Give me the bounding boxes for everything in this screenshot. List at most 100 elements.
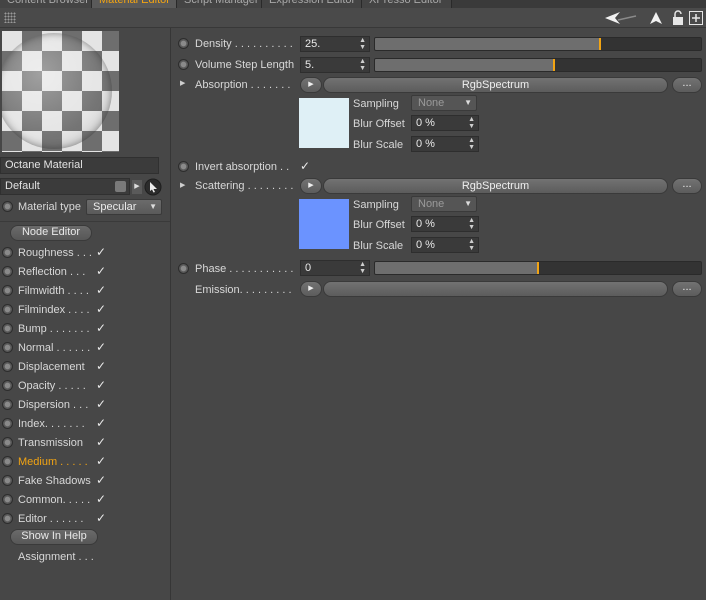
tab-material-editor[interactable]: Material Editor (92, 0, 177, 8)
tab-content-browser[interactable]: Content Browser (0, 0, 92, 8)
emission-play-button[interactable]: ▶ (300, 281, 322, 297)
spinner-icon[interactable]: ▲ ▼ (468, 116, 475, 130)
slider-handle[interactable] (537, 262, 539, 274)
spinner-icon[interactable]: ▲ ▼ (359, 58, 366, 72)
channel-label[interactable]: Index. . . . . . . (18, 417, 85, 431)
absorption-shader-button[interactable]: RgbSpectrum (323, 77, 668, 93)
scattering-play-button[interactable]: ▶ (300, 178, 322, 194)
tab-xpresso-editor[interactable]: XPresso Editor (362, 0, 452, 8)
emission-shader-button[interactable] (323, 281, 668, 297)
absorption-color-swatch[interactable] (299, 98, 349, 148)
channel-label[interactable]: Filmindex . . . . (18, 303, 90, 317)
channel-checkbox[interactable]: ✓ (96, 512, 107, 524)
channel-checkbox[interactable]: ✓ (96, 341, 107, 353)
scattering-sampling-select[interactable]: None ▼ (411, 196, 477, 212)
channel-label[interactable]: Editor . . . . . . (18, 512, 83, 526)
volume-step-input[interactable]: 5. ▲ ▼ (300, 57, 370, 73)
channel-radio[interactable] (2, 361, 13, 372)
channel-radio[interactable] (2, 494, 13, 505)
channel-radio[interactable] (2, 437, 13, 448)
absorption-sampling-select[interactable]: None ▼ (411, 95, 477, 111)
lock-icon[interactable] (672, 10, 684, 26)
channel-checkbox[interactable]: ✓ (96, 284, 107, 296)
channel-label[interactable]: Normal . . . . . . (18, 341, 90, 355)
channel-label[interactable]: Transmission (18, 436, 83, 450)
grip-icon[interactable] (4, 12, 16, 23)
channel-checkbox[interactable]: ✓ (96, 398, 107, 410)
slider-handle[interactable] (553, 59, 556, 71)
absorption-play-button[interactable]: ▶ (300, 77, 322, 93)
channel-checkbox[interactable]: ✓ (96, 474, 107, 486)
absorption-blur-scale-input[interactable]: 0 % ▲ ▼ (411, 136, 479, 152)
channel-checkbox[interactable]: ✓ (96, 360, 107, 372)
node-editor-button[interactable]: Node Editor (10, 225, 92, 241)
channel-label[interactable]: Bump . . . . . . . (18, 322, 90, 336)
volume-step-slider[interactable] (374, 58, 702, 72)
spinner-icon[interactable]: ▲ ▼ (359, 261, 366, 275)
layer-color-swatch[interactable] (115, 181, 126, 192)
channel-radio[interactable] (2, 285, 13, 296)
channel-radio[interactable] (2, 475, 13, 486)
spinner-icon[interactable]: ▲ ▼ (468, 238, 475, 252)
channel-label[interactable]: Dispersion . . . (18, 398, 88, 412)
scattering-blur-offset-input[interactable]: 0 % ▲ ▼ (411, 216, 479, 232)
channel-checkbox[interactable]: ✓ (96, 417, 107, 429)
channel-radio[interactable] (2, 304, 13, 315)
channel-radio[interactable] (2, 380, 13, 391)
pointer-icon[interactable] (649, 11, 663, 25)
tab-expression-editor[interactable]: Expression Editor (262, 0, 362, 8)
channel-checkbox[interactable]: ✓ (96, 246, 107, 258)
channel-radio[interactable] (2, 342, 13, 353)
channel-checkbox[interactable]: ✓ (96, 322, 107, 334)
channel-checkbox[interactable]: ✓ (96, 493, 107, 505)
density-slider[interactable] (374, 37, 702, 51)
channel-checkbox[interactable]: ✓ (96, 379, 107, 391)
channel-radio[interactable] (2, 456, 13, 467)
channel-radio[interactable] (2, 247, 13, 258)
back-arrow-icon[interactable] (604, 11, 638, 25)
scattering-color-swatch[interactable] (299, 199, 349, 249)
absorption-blur-offset-input[interactable]: 0 % ▲ ▼ (411, 115, 479, 131)
expand-triangle-icon[interactable]: ▶ (180, 181, 185, 189)
channel-radio[interactable] (2, 399, 13, 410)
channel-label[interactable]: Common. . . . . (18, 493, 90, 507)
phase-radio[interactable] (178, 263, 189, 274)
assignment-tab[interactable]: Assignment . . . (18, 550, 94, 564)
channel-radio[interactable] (2, 323, 13, 334)
show-in-help-button[interactable]: Show In Help (10, 529, 98, 545)
tab-script-manager[interactable]: Script Manager (177, 0, 262, 8)
material-type-select[interactable]: Specular ▼ (86, 199, 162, 215)
invert-absorption-radio[interactable] (178, 161, 189, 172)
channel-label[interactable]: Filmwidth . . . . (18, 284, 89, 298)
spinner-icon[interactable]: ▲ ▼ (359, 37, 366, 51)
channel-checkbox[interactable]: ✓ (96, 436, 107, 448)
invert-absorption-checkbox[interactable]: ✓ (300, 160, 311, 172)
channel-radio[interactable] (2, 513, 13, 524)
channel-checkbox[interactable]: ✓ (96, 303, 107, 315)
layer-field[interactable]: Default (0, 178, 130, 195)
channel-radio[interactable] (2, 266, 13, 277)
material-name-field[interactable]: Octane Material (0, 157, 159, 174)
expand-triangle-icon[interactable]: ▶ (180, 79, 185, 87)
material-preview[interactable] (2, 31, 119, 152)
absorption-more-button[interactable]: ... (672, 77, 702, 93)
phase-input[interactable]: 0 ▲ ▼ (300, 260, 370, 276)
channel-label[interactable]: Fake Shadows (18, 474, 91, 488)
scattering-blur-scale-input[interactable]: 0 % ▲ ▼ (411, 237, 479, 253)
channel-label[interactable]: Medium . . . . . (18, 455, 88, 469)
channel-label[interactable]: Roughness . . . (18, 246, 92, 260)
channel-checkbox[interactable]: ✓ (96, 455, 107, 467)
scattering-shader-button[interactable]: RgbSpectrum (323, 178, 668, 194)
volume-step-radio[interactable] (178, 59, 189, 70)
slider-handle[interactable] (598, 38, 601, 50)
channel-label[interactable]: Reflection . . . (18, 265, 85, 279)
channel-label[interactable]: Opacity . . . . . (18, 379, 86, 393)
material-type-radio[interactable] (2, 201, 13, 212)
emission-more-button[interactable]: ... (672, 281, 702, 297)
density-radio[interactable] (178, 38, 189, 49)
layer-arrow-icon[interactable]: ▶ (132, 180, 142, 194)
channel-checkbox[interactable]: ✓ (96, 265, 107, 277)
phase-slider[interactable] (374, 261, 702, 275)
pick-cursor-icon[interactable] (144, 178, 162, 196)
spinner-icon[interactable]: ▲ ▼ (468, 217, 475, 231)
